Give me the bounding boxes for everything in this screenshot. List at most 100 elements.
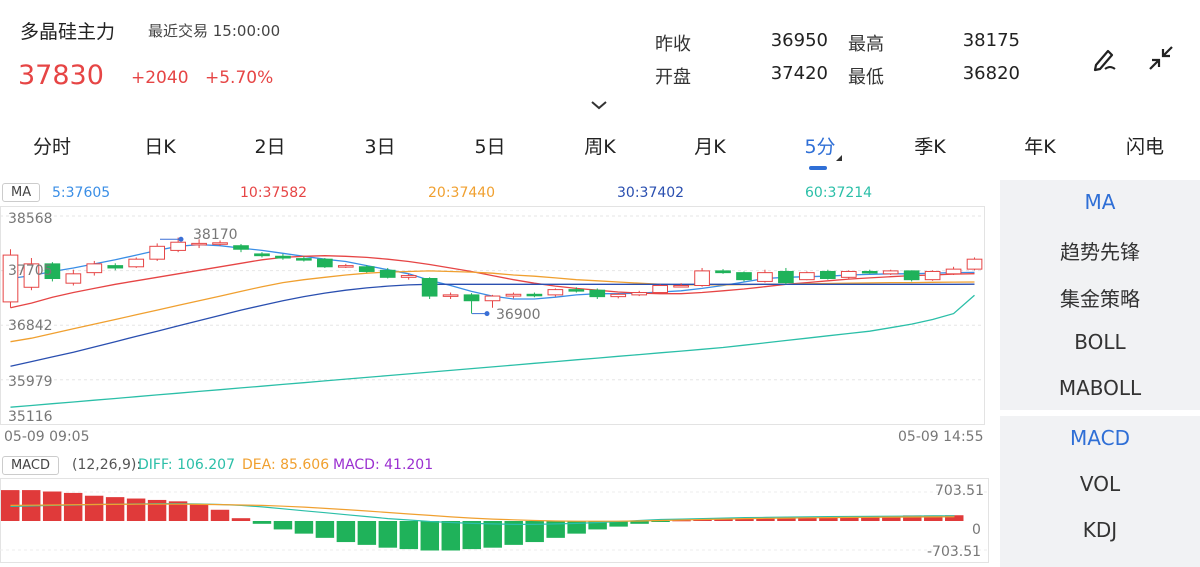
indicator-3[interactable]: BOLL	[1000, 330, 1200, 354]
candle-body	[652, 285, 668, 294]
price-axis-label: 37705	[8, 263, 53, 279]
candle-body	[128, 258, 145, 268]
ma-line-60	[10, 294, 975, 408]
sub-indicator-1[interactable]: VOL	[1000, 472, 1200, 496]
pen-draw-icon[interactable]	[1087, 40, 1123, 76]
high-value: 38175	[962, 30, 1020, 51]
tab-9[interactable]: 年K	[990, 128, 1090, 168]
macd-bar	[399, 521, 419, 550]
macd-value: MACD: 41.201	[333, 457, 434, 473]
low-value: 36820	[962, 63, 1020, 84]
candle-body	[778, 270, 794, 284]
candle-body	[463, 294, 480, 302]
ma20-legend: 20:37440	[428, 185, 496, 201]
ma-indicator-button[interactable]: MA	[2, 183, 41, 202]
time-axis-end: 05-09 14:55	[898, 429, 984, 445]
macd-bar	[336, 521, 356, 543]
collapse-arrows-icon[interactable]	[1143, 40, 1179, 76]
macd-bar	[252, 521, 272, 524]
main-indicator-panel: MA 趋势先锋集金策略 BOLL MABOLL	[1000, 180, 1200, 410]
sub-indicator-panel: MACD VOL KDJ	[1000, 416, 1200, 567]
candle-body	[526, 293, 543, 297]
ma60-legend: 60:37214	[805, 185, 873, 201]
price-axis-label: 38568	[8, 211, 53, 227]
trade-status: 最近交易 15:00:00	[148, 22, 281, 40]
candle-body	[840, 270, 857, 278]
candle-body	[736, 272, 752, 281]
tab-dropdown-icon[interactable]	[836, 155, 842, 161]
macd-bar	[231, 518, 251, 521]
indicator-2[interactable]: 集金策略	[1000, 283, 1200, 312]
period-tabs: 分时 日K 2日 3日 5日 周K 月K 5分 季K 年K 闪电	[0, 128, 1200, 168]
high-label: 最高	[848, 34, 884, 55]
candle-body	[945, 268, 962, 275]
tab-1[interactable]: 日K	[110, 128, 210, 168]
tab-10[interactable]: 闪电	[1095, 128, 1195, 168]
low-marker-dot	[484, 311, 490, 317]
chevron-down-icon[interactable]	[590, 96, 608, 115]
candle-body	[337, 265, 354, 268]
macd-bar	[294, 521, 314, 534]
prev-close-value: 36950	[770, 30, 828, 51]
candle-body	[966, 258, 983, 270]
macd-bar	[378, 521, 398, 548]
candle-body	[212, 242, 228, 245]
candle-body	[233, 245, 249, 250]
candle-body	[882, 270, 899, 275]
macd-bar	[273, 521, 293, 530]
ma5-legend: 5:37605	[52, 185, 111, 201]
indicator-0[interactable]: MA	[1000, 190, 1200, 214]
price-axis-label: 35116	[8, 409, 53, 425]
tab-3[interactable]: 3日	[330, 128, 430, 168]
tab-2[interactable]: 2日	[220, 128, 320, 168]
indicator-4[interactable]: MABOLL	[1000, 376, 1200, 400]
price-change: +2040	[131, 68, 189, 88]
tab-4[interactable]: 5日	[440, 128, 540, 168]
candle-body	[757, 272, 773, 282]
macd-axis-bottom: -703.51	[927, 544, 982, 560]
candle-body	[610, 293, 627, 298]
macd-bar	[441, 521, 461, 551]
sub-indicator-2[interactable]: KDJ	[1000, 518, 1200, 542]
tab-5[interactable]: 周K	[550, 128, 650, 168]
time-axis-start: 05-09 09:05	[4, 429, 90, 445]
candle-body	[694, 270, 710, 287]
ma30-legend: 30:37402	[617, 185, 685, 201]
candle-body	[107, 265, 124, 269]
candle-body	[442, 294, 459, 297]
candle-body	[505, 293, 522, 297]
low-label: 最低	[848, 67, 884, 88]
low-marker-label: 36900	[496, 307, 541, 323]
price-change-pct: +5.70%	[205, 68, 274, 88]
candle-body	[400, 275, 417, 278]
candle-body	[421, 277, 438, 297]
candle-body	[631, 292, 648, 296]
candle-body	[86, 263, 103, 274]
macd-axis-zero: 0	[972, 522, 981, 538]
tab-6[interactable]: 月K	[660, 128, 760, 168]
candlestick-chart[interactable]	[0, 206, 990, 426]
macd-chart[interactable]	[0, 478, 990, 564]
sub-indicator-0[interactable]: MACD	[1000, 426, 1200, 450]
macd-bar	[105, 497, 125, 521]
indicator-1[interactable]: 趋势先锋	[1000, 236, 1200, 265]
candle-body	[296, 258, 312, 261]
candle-body	[275, 255, 291, 259]
macd-bar	[126, 498, 146, 521]
candle-body	[358, 266, 375, 272]
candle-body	[254, 253, 270, 257]
tab-8[interactable]: 季K	[880, 128, 980, 168]
candle-body	[170, 241, 186, 251]
candle-body	[547, 289, 564, 296]
macd-indicator-button[interactable]: MACD	[2, 456, 59, 475]
candle-body	[673, 285, 689, 288]
high-marker-dot	[178, 236, 184, 242]
candle-body	[568, 289, 585, 292]
macd-legend: MACD (12,26,9): DIFF: 106.207 DEA: 85.60…	[0, 453, 990, 477]
tab-7[interactable]: 5分	[770, 128, 870, 168]
macd-bar	[483, 521, 502, 548]
macd-bar	[147, 499, 167, 521]
macd-bar	[462, 521, 481, 550]
tab-0[interactable]: 分时	[2, 128, 102, 168]
candle-body	[799, 272, 815, 281]
